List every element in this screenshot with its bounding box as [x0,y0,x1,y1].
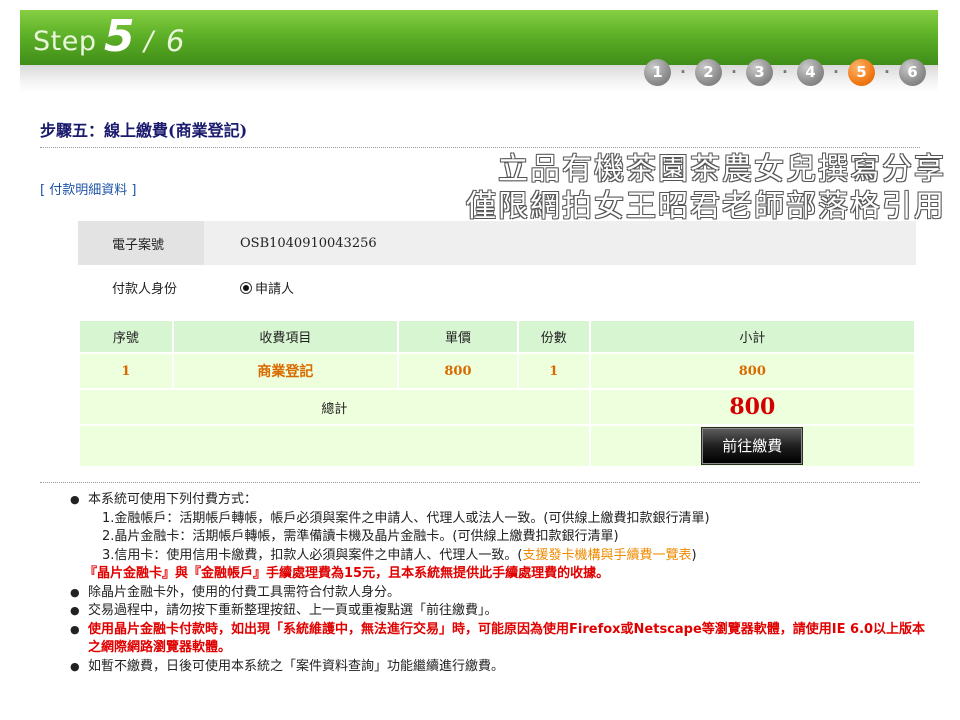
bullet-icon: ● [70,493,80,506]
step-6-icon: 6 [899,58,926,86]
case-no-value: OSB1040910043256 [240,235,377,251]
case-info: 電子案號 OSB1040910043256 付款人身份 申請人 [78,221,916,309]
case-no-row: 電子案號 OSB1040910043256 [78,221,916,265]
payment-detail-heading: [ 付款明細資料 ] [40,183,137,198]
col-header-price: 單價 [397,319,519,354]
col-header-qty: 份數 [516,319,591,354]
step-4-icon: 4 [797,58,824,86]
total-row: 總計 800 [78,388,917,426]
step-1-icon: 1 [644,58,671,86]
col-header-no: 序號 [78,319,174,354]
row-subtotal: 800 [588,352,917,390]
total-label: 總計 [78,388,591,426]
bullet-icon: ● [70,604,80,617]
divider [40,482,920,483]
list-item: ● 本系統可使用下列付費方式： [70,491,930,510]
list-item: ● 使用晶片金融卡付款時，如出現「系統維護中，無法進行交易」時，可能原因為使用F… [70,621,930,658]
step-2-icon: 2 [695,58,722,86]
note-sub-3: 3.信用卡：使用信用卡繳費，扣款人必須與案件之申請人、代理人一致。(支援發卡機構… [102,547,697,563]
step-indicator: 1 · 2 · 3 · 4 · 5 · 6 [644,58,926,86]
note-text-warning: 使用晶片金融卡付款時，如出現「系統維護中，無法進行交易」時，可能原因為使用Fir… [88,621,926,656]
step-separator: / [144,26,154,57]
pay-row: 前往繳費 [78,424,917,468]
case-no-label: 電子案號 [78,221,204,265]
fee-table-header: 序號 收費項目 單價 份數 小計 [78,319,917,354]
list-item: ● 如暫不繳費，日後可使用本系統之「案件資料查詢」功能繼續進行繳費。 [70,658,930,677]
row-price: 800 [397,352,519,390]
note-text: 如暫不繳費，日後可使用本系統之「案件資料查詢」功能繼續進行繳費。 [88,658,505,674]
row-no: 1 [78,352,174,390]
note-sub-1: 1.金融帳戶：活期帳戶轉帳，帳戶必須與案件之申請人、代理人或法人一致。(可供線上… [102,510,710,526]
watermark-line-2: 僅限網拍女王昭君老師部落格引用 [466,189,946,224]
col-header-item: 收費項目 [171,319,400,354]
payer-option-label: 申請人 [255,281,295,297]
step-3-icon: 3 [746,58,773,86]
bullet-icon: ● [70,659,80,673]
note-text: 除晶片金融卡外，使用的付費工具需符合付款人身分。 [88,584,401,600]
list-item: ● 除晶片金融卡外，使用的付費工具需符合付款人身分。 [70,584,930,603]
fee-table: 序號 收費項目 單價 份數 小計 1 商業登記 800 1 800 總計 800… [78,319,917,468]
page-title: 步驟五：線上繳費(商業登記) [40,121,248,140]
go-pay-button[interactable]: 前往繳費 [702,428,803,464]
row-qty: 1 [516,352,591,390]
note-text: 交易過程中，請勿按下重新整理按鈕、上一頁或重複點選「前往繳費」。 [88,603,498,618]
bullet-icon: ● [70,585,80,599]
bullet-icon: ● [70,622,80,636]
col-header-subtotal: 小計 [588,319,917,354]
note-sub-2: 2.晶片金融卡：活期帳戶轉帳，需準備讀卡機及晶片金融卡。(可供線上繳費扣款銀行清… [102,529,619,544]
payer-radio-selected[interactable] [240,281,252,294]
step-banner: Step 5 / 6 [20,10,938,65]
row-item: 商業登記 [171,352,400,390]
payer-option[interactable]: 申請人 [204,278,294,297]
total-amount: 800 [588,388,917,426]
note-text: 本系統可使用下列付費方式： [88,492,258,507]
list-item: ● 交易過程中，請勿按下重新整理按鈕、上一頁或重複點選「前往繳費」。 [70,602,930,621]
table-row: 1 商業登記 800 1 800 [78,352,917,390]
total-steps: 6 [166,24,185,58]
current-step-number: 5 [104,11,135,62]
payment-notes: ● 本系統可使用下列付費方式： 1.金融帳戶：活期帳戶轉帳，帳戶必須與案件之申請… [70,491,930,676]
fee-warning: 『晶片金融卡』與『金融帳戶』手續處理費為15元，且本系統無提供此手續處理費的收據… [84,566,610,581]
card-issuer-fee-link[interactable]: 支援發卡機構與手續費一覽表 [522,548,691,563]
step-word: Step [33,26,97,57]
step-5-icon-active: 5 [848,58,875,86]
payer-label: 付款人身份 [112,281,178,297]
payer-row: 付款人身份 申請人 [78,265,916,309]
